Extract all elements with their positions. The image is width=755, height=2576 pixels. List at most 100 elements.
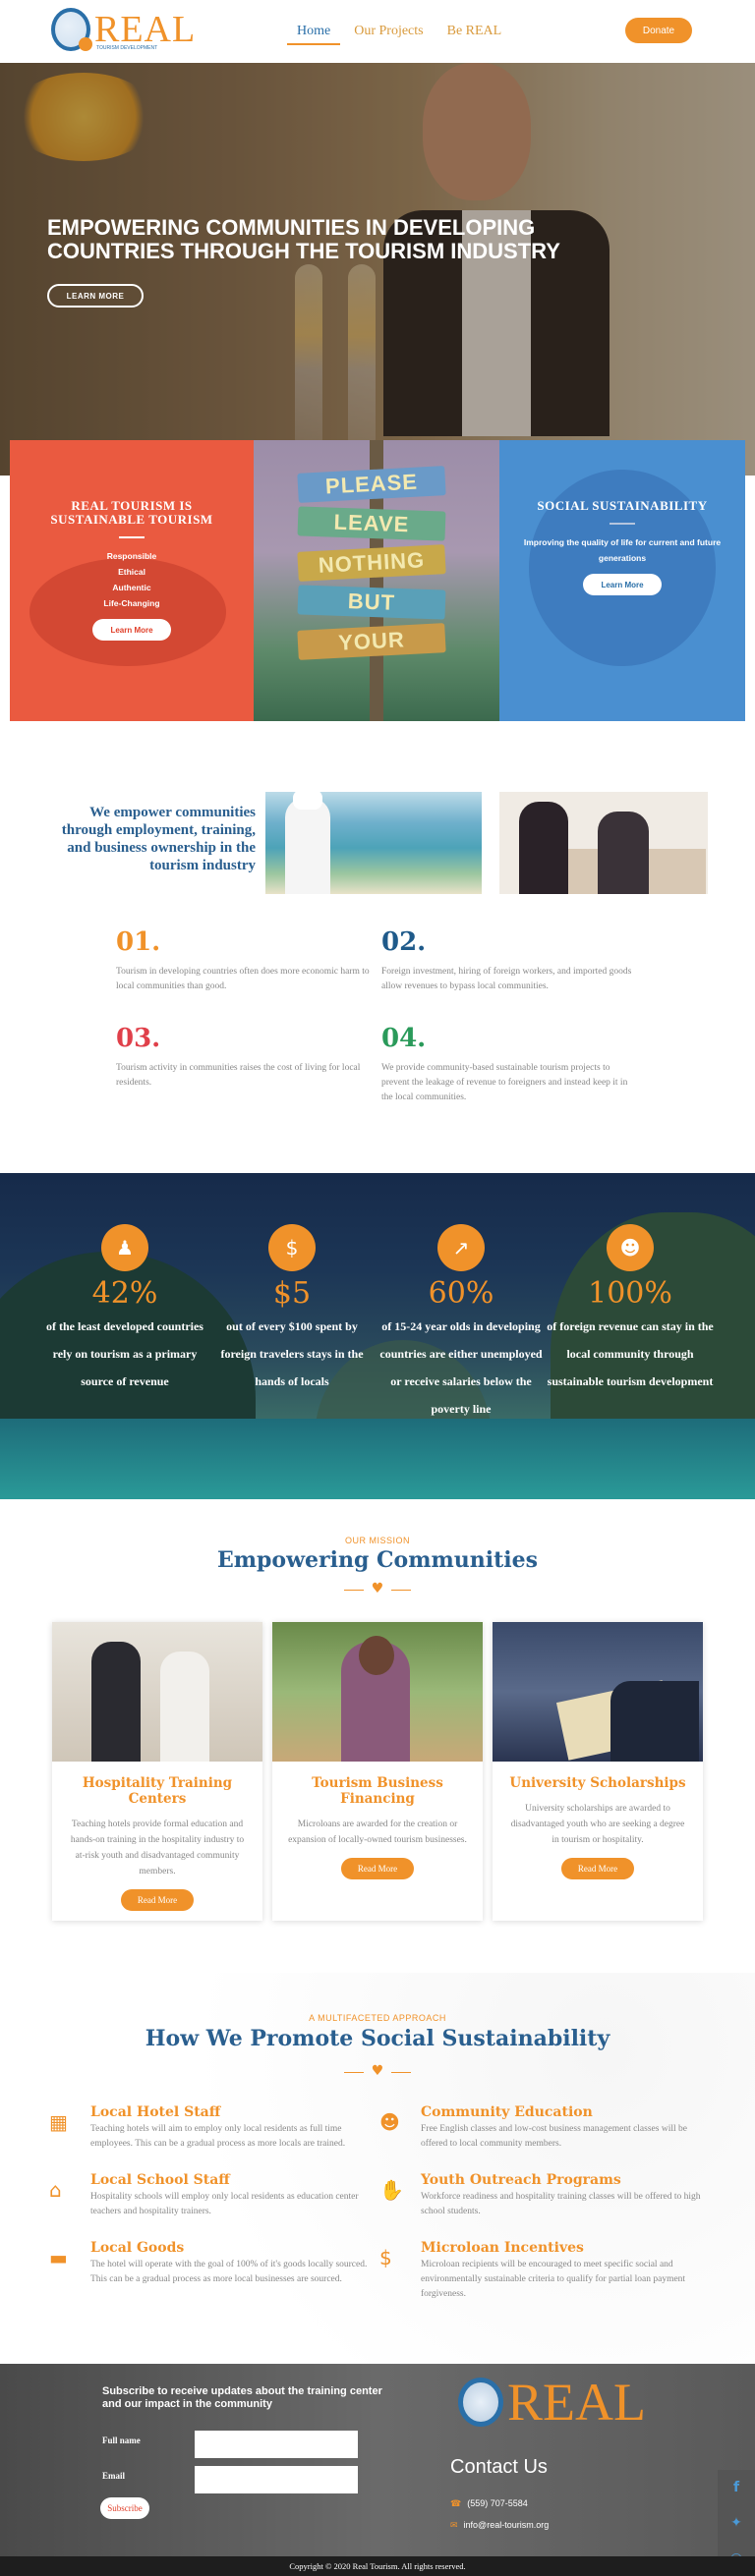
nav-be-real[interactable]: Be REAL xyxy=(437,20,512,45)
contact-title: Contact Us xyxy=(450,2456,548,2478)
number-03-text: Tourism activity in communities raises t… xyxy=(116,1063,361,1088)
email-input[interactable] xyxy=(195,2466,358,2493)
stat-text: of foreign revenue can stay in the local… xyxy=(547,1319,714,1388)
chef-figure xyxy=(285,798,330,894)
number-01: 01. xyxy=(116,927,161,957)
stat-text: of 15-24 year olds in developing countri… xyxy=(379,1319,543,1416)
empower-statement: We empower communities through employmen… xyxy=(61,805,256,873)
read-more-button[interactable]: Read More xyxy=(121,1889,194,1911)
business-meeting-image xyxy=(499,792,708,894)
card-list: Responsible Ethical Authentic Life-Chang… xyxy=(10,548,254,611)
card-text: Improving the quality of life for curren… xyxy=(523,537,722,563)
mission-title: Empowering Communities xyxy=(216,1547,538,1573)
mission-eyebrow: OUR MISSION xyxy=(344,1536,410,1545)
stat-item: ♟ 42% of the least developed countries r… xyxy=(41,1224,208,1395)
business-financing-image xyxy=(272,1622,483,1762)
logo-text: REAL xyxy=(94,9,197,50)
mission-card: Hospitality Training Centers Teaching ho… xyxy=(52,1622,262,1921)
person-arm xyxy=(610,1681,699,1762)
sustain-item-title: Local School Staff xyxy=(90,2172,230,2188)
sustain-eyebrow: A MULTIFACETED APPROACH xyxy=(309,2013,446,2023)
contact-email[interactable]: ✉ info@real-tourism.org xyxy=(450,2520,549,2531)
number-02: 02. xyxy=(381,927,427,957)
sustain-item: $ Microloan Incentives Microloan recipie… xyxy=(379,2240,704,2302)
person-figure xyxy=(519,802,568,894)
card-social-sustainability: SOCIAL SUSTAINABILITY Improving the qual… xyxy=(499,440,745,721)
person-icon: ♟ xyxy=(101,1224,148,1271)
full-name-label: Full name xyxy=(102,2436,141,2445)
signpost-image: PLEASE LEAVE NOTHING BUT YOUR xyxy=(254,440,499,721)
stat-text: out of every $100 spent by foreign trave… xyxy=(220,1319,364,1388)
stat-item: ☻ 100% of foreign revenue can stay in th… xyxy=(547,1224,714,1395)
hands-icon: ♥ xyxy=(371,2063,384,2079)
stat-number: 42% xyxy=(91,1276,158,1311)
learn-more-button[interactable]: Learn More xyxy=(92,619,171,641)
sustain-item: ✋ Youth Outreach Programs Workforce read… xyxy=(379,2172,704,2219)
sustain-item-title: Community Education xyxy=(421,2104,593,2120)
sustain-item-title: Local Goods xyxy=(90,2240,185,2256)
site-header: REAL TOURISM DEVELOPMENT Home Our Projec… xyxy=(0,0,755,63)
school-icon: ⌂ xyxy=(49,2178,62,2202)
mission-card-text: Teaching hotels provide formal education… xyxy=(70,1820,245,1876)
divider-line xyxy=(391,2072,411,2073)
learn-more-button[interactable]: Learn More xyxy=(583,574,662,595)
mail-icon: ✉ xyxy=(450,2521,458,2531)
sustain-item: ⌂ Local School Staff Hospitality schools… xyxy=(49,2172,374,2219)
mission-card-title: Hospitality Training Centers xyxy=(82,1775,233,1807)
sustain-item-text: The hotel will operate with the goal of … xyxy=(90,2260,368,2284)
sustain-item-title: Youth Outreach Programs xyxy=(421,2172,621,2188)
sign-text: NOTHING xyxy=(297,544,446,582)
number-03: 03. xyxy=(116,1024,161,1053)
number-02-text: Foreign investment, hiring of foreign wo… xyxy=(381,967,632,991)
email-address: info@real-tourism.org xyxy=(463,2520,550,2530)
nav-home[interactable]: Home xyxy=(287,20,341,45)
sustain-item-text: Microloan recipients will be encouraged … xyxy=(421,2260,686,2299)
person-figure xyxy=(160,1652,209,1762)
card-title: SOCIAL SUSTAINABILITY xyxy=(537,498,708,513)
number-04-text: We provide community-based sustainable t… xyxy=(381,1063,628,1102)
read-more-button[interactable]: Read More xyxy=(341,1858,414,1879)
site-logo[interactable]: REAL TOURISM DEVELOPMENT xyxy=(51,8,196,51)
sustain-title: How We Promote Social Sustainability xyxy=(145,2026,610,2051)
facebook-icon[interactable]: f xyxy=(718,2470,755,2505)
globe-icon xyxy=(458,2378,503,2427)
twitter-icon[interactable]: ✦ xyxy=(718,2505,755,2541)
list-item: Responsible xyxy=(106,551,157,561)
scholarship-image xyxy=(493,1622,703,1762)
read-more-button[interactable]: Read More xyxy=(561,1858,634,1879)
chef-hat xyxy=(293,792,322,810)
hero-overlay xyxy=(0,63,755,476)
copyright-bar: Copyright © 2020 Real Tourism. All right… xyxy=(0,2556,755,2576)
person-figure xyxy=(91,1642,141,1762)
hero-title: EMPOWERING COMMUNITIES IN DEVELOPING COU… xyxy=(47,215,560,263)
footer-logo-text: REAL xyxy=(507,2373,646,2432)
contact-phone[interactable]: ☎ (559) 707-5584 xyxy=(450,2498,528,2509)
divider-line xyxy=(344,2072,364,2073)
nav-our-projects[interactable]: Our Projects xyxy=(344,20,433,45)
stat-item: $ $5 out of every $100 spent by foreign … xyxy=(208,1224,376,1395)
divider-line xyxy=(344,1590,364,1591)
dollar-funnel-icon: $ xyxy=(268,1224,316,1271)
subscribe-text: Subscribe to receive updates about the t… xyxy=(102,2385,382,2410)
hero-learn-more-button[interactable]: LEARN MORE xyxy=(47,284,144,308)
stats-section: ♟ 42% of the least developed countries r… xyxy=(0,1173,755,1499)
hands-icon: ♥ xyxy=(371,1581,384,1596)
chef-image xyxy=(265,792,482,894)
number-01-text: Tourism in developing countries often do… xyxy=(116,967,370,991)
donate-button[interactable]: Donate xyxy=(625,18,692,43)
water xyxy=(0,1419,755,1499)
full-name-input[interactable] xyxy=(195,2431,358,2458)
sign-text: YOUR xyxy=(297,623,446,660)
sustain-item-text: Teaching hotels will aim to employ only … xyxy=(90,2124,346,2149)
email-label: Email xyxy=(102,2471,126,2481)
sustain-item: ☻ Community Education Free English class… xyxy=(379,2104,704,2152)
community-icon: ☻ xyxy=(379,2110,400,2134)
person-figure xyxy=(598,812,649,894)
subscribe-button[interactable]: Subscribe xyxy=(100,2497,149,2519)
mission-card: Tourism Business Financing Microloans ar… xyxy=(272,1622,483,1921)
sign-text: PLEASE xyxy=(297,466,446,503)
mission-card: University Scholarships University schol… xyxy=(493,1622,703,1921)
divider xyxy=(119,536,145,538)
phone-icon: ☎ xyxy=(450,2499,462,2509)
hero-banner xyxy=(0,63,755,476)
